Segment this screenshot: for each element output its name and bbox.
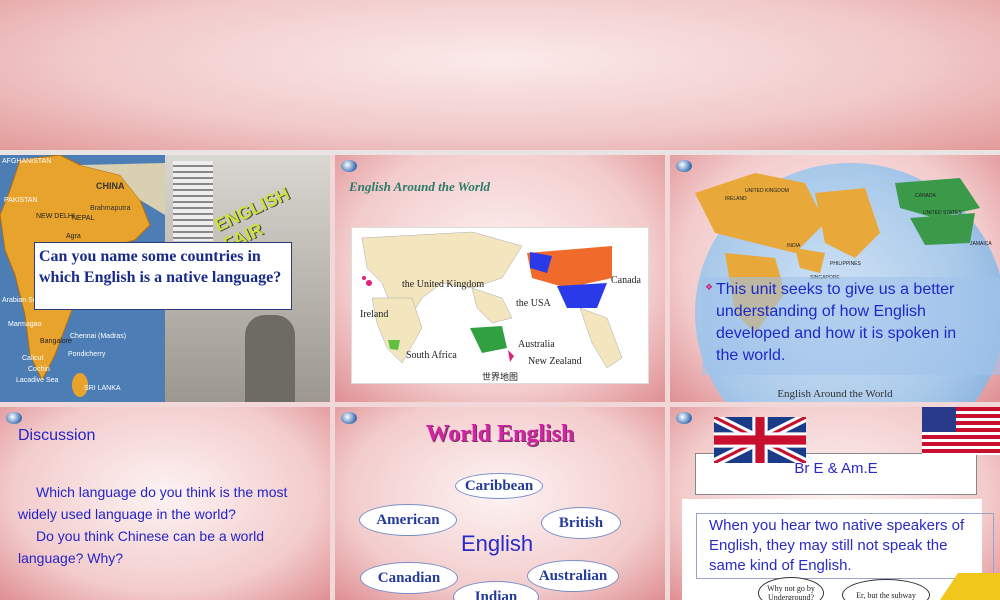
logo-icon	[676, 412, 692, 424]
world-map: the United Kingdom Ireland the USA Canad…	[351, 227, 649, 384]
slide-thumbnail-6[interactable]: Br E & Am.E When you hear two native spe…	[670, 407, 1000, 600]
map-caption: 世界地图	[482, 372, 519, 382]
logo-icon	[6, 412, 22, 424]
map-label: PHILIPPINES	[830, 261, 861, 267]
slide-thumbnail-1[interactable]: AFGHANISTAN PAKISTAN CHINA NEW DELHI NEP…	[0, 155, 330, 402]
person-image	[245, 315, 295, 402]
label-usa: the USA	[516, 298, 551, 309]
oval-american: American	[359, 504, 457, 536]
map-label: NEPAL	[72, 215, 95, 222]
logo-icon	[341, 160, 357, 172]
map-label: Agra	[66, 233, 81, 240]
map-label: CHINA	[96, 181, 125, 191]
uk-flag-icon	[714, 417, 806, 463]
slide-thumbnail-5[interactable]: World English Caribbean American British…	[335, 407, 665, 600]
map-label: IRELAND	[725, 196, 747, 202]
oval-indian: Indian	[453, 581, 539, 600]
oval-australian: Australian	[527, 560, 619, 592]
map-label: Brahmaputra	[90, 205, 131, 212]
label-south-africa: South Africa	[406, 350, 457, 361]
bullet-icon: ❖	[705, 282, 714, 292]
label-australia: Australia	[518, 339, 555, 350]
map-label: UNITED STATES	[923, 210, 962, 216]
slide-title: English Around the World	[349, 179, 491, 194]
label-new-zealand: New Zealand	[528, 356, 582, 367]
map-label: Pondicherry	[68, 351, 106, 358]
map-label: CANADA	[915, 193, 936, 199]
map-label: Lacadive Sea	[16, 377, 59, 384]
question-2: Do you think Chinese can be a world lang…	[18, 528, 265, 566]
map-label: Bangalore	[40, 338, 72, 345]
label-ireland: Ireland	[360, 309, 389, 320]
question-box: Can you name some countries in which Eng…	[34, 242, 292, 310]
slide-thumbnail-3[interactable]: UNITED KINGDOM IRELAND CANADA UNITED STA…	[670, 155, 1000, 402]
slide-footer: English Around the World	[777, 388, 893, 400]
map-label: NEW DELHI	[36, 213, 75, 220]
oval-british: British	[541, 507, 621, 539]
map-label: Chennai (Madras)	[70, 333, 127, 340]
map-label: Cochin	[28, 366, 50, 373]
native-speakers-text: When you hear two native speakers of Eng…	[696, 513, 994, 579]
slide-title: Discussion	[18, 427, 96, 444]
center-english: English	[461, 531, 534, 556]
slide-thumbnail-4[interactable]: Discussion Which language do you think i…	[0, 407, 330, 600]
map-label: PAKISTAN	[4, 197, 38, 204]
us-flag-icon	[922, 407, 1000, 455]
top-band	[0, 0, 1000, 150]
oval-canadian: Canadian	[360, 562, 458, 594]
map-label: SRI LANKA	[84, 385, 121, 392]
map-label: JAMAICA	[970, 241, 992, 247]
oval-caribbean: Caribbean	[455, 473, 543, 499]
map-label: Marmagao	[8, 321, 42, 328]
question-1: Which language do you think is the most …	[18, 484, 288, 522]
world-map-shape	[352, 228, 648, 383]
map-label: INDIA	[787, 243, 801, 249]
building-image	[173, 161, 213, 241]
text-panel: When you hear two native speakers of Eng…	[682, 499, 994, 600]
map-label: UNITED KINGDOM	[745, 188, 789, 194]
label-uk: the United Kingdom	[402, 279, 485, 290]
logo-icon	[676, 160, 692, 172]
slide-thumbnail-2[interactable]: English Around the World the United King…	[335, 155, 665, 402]
slide-title: World English	[425, 421, 575, 447]
map-label: Calicut	[22, 355, 44, 362]
bullet-text: This unit seeks to give us a better unde…	[716, 281, 957, 364]
label-canada: Canada	[611, 275, 641, 286]
map-label: AFGHANISTAN	[2, 158, 52, 165]
